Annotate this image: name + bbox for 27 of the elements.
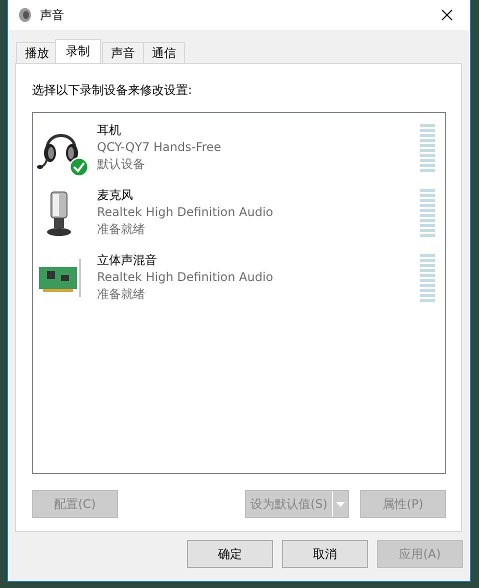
device-row[interactable]: 立体声混音 Realtek High Definition Audio 准备就绪	[33, 247, 445, 312]
instruction-text: 选择以下录制设备来修改设置:	[32, 82, 194, 99]
window-title: 声音	[40, 6, 65, 24]
ok-button[interactable]: 确定	[187, 540, 273, 568]
device-status: 默认设备	[97, 156, 146, 173]
close-icon	[441, 9, 453, 21]
device-status: 准备就绪	[97, 221, 146, 238]
device-status: 准备就绪	[97, 286, 146, 303]
cancel-button[interactable]: 取消	[282, 540, 368, 568]
device-row[interactable]: 耳机 QCY-QY7 Hands-Free 默认设备	[33, 117, 445, 182]
level-meter	[420, 254, 435, 302]
device-list[interactable]: 耳机 QCY-QY7 Hands-Free 默认设备 麦克风 Realtek High Definition Audio 准备就绪 立体声混音 Realtek High Definition Audio 准备就绪	[32, 112, 446, 474]
caret-icon	[336, 502, 345, 506]
device-row[interactable]: 麦克风 Realtek High Definition Audio 准备就绪	[33, 182, 445, 247]
device-name: 耳机	[97, 122, 122, 139]
speaker-icon	[18, 7, 32, 23]
level-meter	[420, 124, 435, 172]
device-description: Realtek High Definition Audio	[97, 204, 274, 221]
level-meter	[420, 189, 435, 237]
tab[interactable]: 声音	[102, 42, 144, 63]
tab[interactable]: 通信	[143, 42, 185, 63]
device-name: 立体声混音	[97, 252, 158, 269]
tab[interactable]: 播放	[16, 42, 58, 63]
device-name: 麦克风	[97, 187, 134, 204]
device-description: Realtek High Definition Audio	[97, 269, 274, 286]
tab[interactable]: 录制	[55, 39, 101, 63]
device-description: QCY-QY7 Hands-Free	[97, 139, 222, 156]
